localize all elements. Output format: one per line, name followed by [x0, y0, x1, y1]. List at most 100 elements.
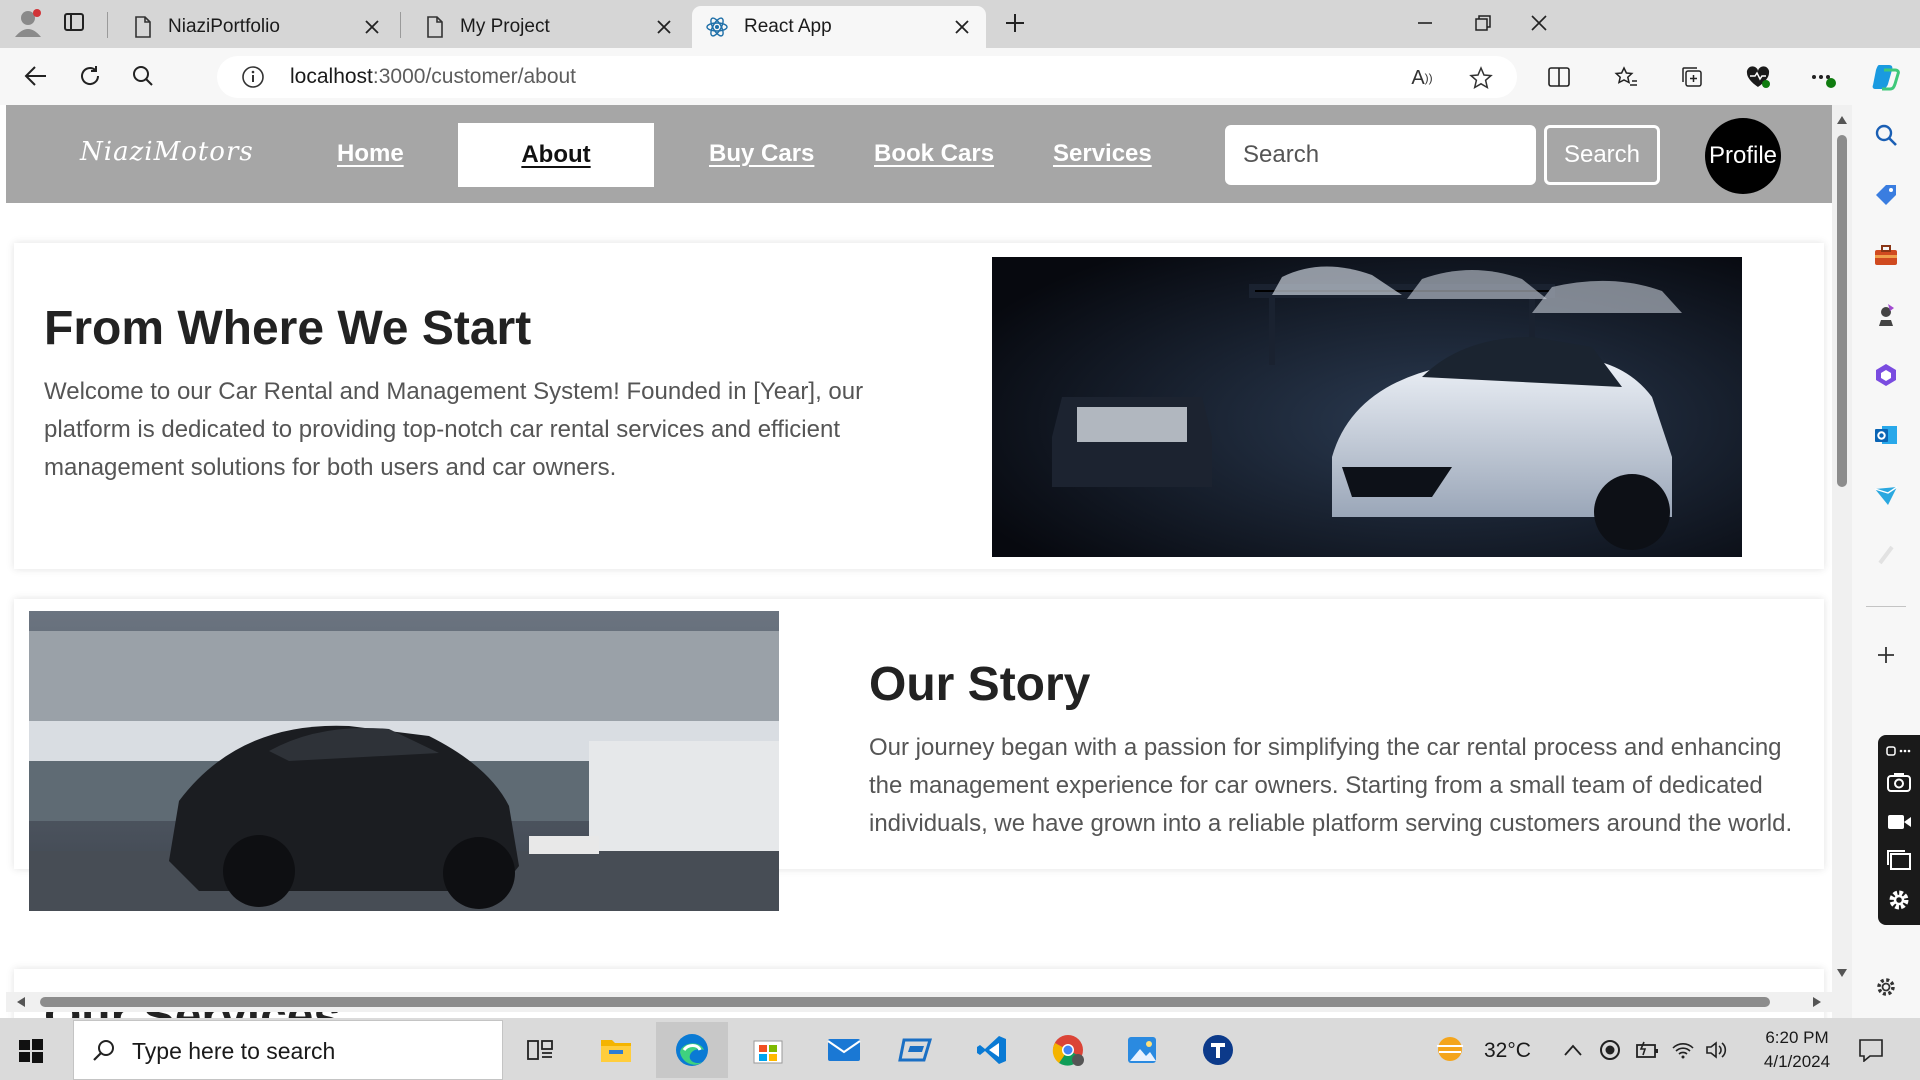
- search-icon[interactable]: [1872, 121, 1900, 149]
- horizontal-scroll-thumb[interactable]: [40, 997, 1770, 1007]
- refresh-icon[interactable]: [76, 62, 104, 90]
- drop-send-icon[interactable]: [1872, 481, 1900, 509]
- start-section-title: From Where We Start: [44, 302, 532, 355]
- tab-my-project[interactable]: My Project: [412, 6, 688, 48]
- story-section-text: Our journey began with a passion for sim…: [869, 734, 1793, 837]
- scroll-down-arrow-icon[interactable]: [1836, 968, 1848, 978]
- white-sports-car-in-garage-image: [992, 257, 1742, 557]
- outlook-icon[interactable]: [1872, 421, 1900, 449]
- shopping-tag-icon[interactable]: [1872, 181, 1900, 209]
- scroll-up-arrow-icon[interactable]: [1836, 115, 1848, 125]
- add-icon[interactable]: [1872, 641, 1900, 669]
- tab-title: NiaziPortfolio: [168, 16, 280, 37]
- windows-start-icon[interactable]: [14, 1034, 48, 1068]
- url-host: localhost: [290, 65, 373, 88]
- taskbar-time: 6:20 PM: [1765, 1028, 1829, 1047]
- sidebar-settings-icon[interactable]: [1872, 973, 1900, 1001]
- tab-actions-icon[interactable]: [62, 10, 86, 34]
- microsoft-store-icon[interactable]: [732, 1022, 804, 1078]
- nav-link-book-cars[interactable]: Book Cars: [874, 140, 994, 168]
- new-tab-icon[interactable]: [1000, 8, 1030, 38]
- page-icon: [134, 16, 152, 38]
- tab-separator: [400, 12, 401, 38]
- file-explorer-icon[interactable]: [580, 1022, 652, 1078]
- page-viewport: NiaziMotors Home About Buy Cars Book Car…: [6, 105, 1832, 1018]
- anydesk-app-icon[interactable]: [880, 1022, 952, 1078]
- site-info-icon[interactable]: [240, 64, 266, 90]
- capture-menu-icon[interactable]: [1886, 745, 1912, 757]
- taskbar-clock[interactable]: 6:20 PM 4/1/2024: [1756, 1026, 1838, 1074]
- read-aloud-label: A: [1411, 66, 1425, 89]
- back-arrow-icon[interactable]: [22, 62, 50, 90]
- volume-icon[interactable]: [1704, 1038, 1730, 1062]
- window-close-icon[interactable]: [1524, 8, 1554, 38]
- nav-link-home[interactable]: Home: [337, 140, 404, 168]
- screenshot-window-icon[interactable]: [1886, 849, 1912, 871]
- vertical-scroll-thumb[interactable]: [1837, 135, 1847, 487]
- favorites-icon[interactable]: [1611, 62, 1641, 92]
- photos-app-icon[interactable]: [1106, 1022, 1178, 1078]
- nav-link-services[interactable]: Services: [1053, 140, 1152, 168]
- black-sports-car-at-harbor-image: [29, 611, 779, 911]
- settings-gear-icon[interactable]: [1886, 887, 1912, 913]
- chrome-icon[interactable]: [1032, 1022, 1104, 1078]
- vscode-icon[interactable]: [956, 1022, 1028, 1078]
- nav-link-buy-cars[interactable]: Buy Cars: [709, 140, 814, 168]
- games-chess-icon[interactable]: [1872, 301, 1900, 329]
- scroll-left-arrow-icon[interactable]: [16, 996, 26, 1008]
- record-indicator-icon[interactable]: [1598, 1038, 1622, 1062]
- notification-icon[interactable]: [1856, 1036, 1886, 1064]
- wifi-icon[interactable]: [1670, 1038, 1696, 1062]
- profile-button[interactable]: Profile: [1705, 118, 1781, 194]
- minimize-icon[interactable]: [1410, 8, 1440, 38]
- battery-icon[interactable]: [1634, 1038, 1660, 1062]
- t-app-icon[interactable]: [1182, 1022, 1254, 1078]
- url-path: :3000/customer/about: [372, 65, 577, 88]
- site-logo[interactable]: NiaziMotors: [80, 137, 254, 167]
- scroll-right-arrow-icon[interactable]: [1812, 996, 1822, 1008]
- tab-niaziportfolio[interactable]: NiaziPortfolio: [120, 6, 396, 48]
- search-icon[interactable]: [129, 62, 157, 90]
- browser-essentials-icon[interactable]: [1743, 62, 1773, 92]
- react-logo-icon: [706, 16, 728, 38]
- copilot-icon[interactable]: [1869, 60, 1903, 94]
- camera-icon[interactable]: [1886, 771, 1912, 793]
- close-icon[interactable]: [362, 17, 382, 37]
- mail-icon[interactable]: [808, 1022, 880, 1078]
- microsoft-365-icon[interactable]: [1872, 361, 1900, 389]
- site-search-button[interactable]: Search: [1544, 125, 1660, 185]
- video-record-icon[interactable]: [1886, 811, 1912, 833]
- our-story-card: Our Story Our journey began with a passi…: [14, 599, 1824, 911]
- favorite-star-icon[interactable]: [1466, 63, 1496, 93]
- taskbar-search-placeholder: Type here to search: [132, 1038, 336, 1064]
- task-view-icon[interactable]: [504, 1022, 576, 1078]
- chevron-up-icon[interactable]: [1561, 1040, 1585, 1060]
- site-search-input[interactable]: [1225, 125, 1536, 185]
- url-text[interactable]: localhost:3000/customer/about: [290, 64, 576, 90]
- search-icon: [90, 1036, 118, 1064]
- sound-wave-icon: )): [1424, 71, 1433, 85]
- profile-avatar-icon[interactable]: [12, 6, 44, 38]
- collections-icon[interactable]: [1677, 62, 1707, 92]
- read-aloud-icon[interactable]: A)): [1407, 64, 1437, 92]
- tools-briefcase-icon[interactable]: [1872, 241, 1900, 269]
- weather-sun-icon[interactable]: [1432, 1034, 1468, 1064]
- vertical-scrollbar[interactable]: [1832, 105, 1852, 1018]
- weather-temperature[interactable]: 32°C: [1484, 1039, 1531, 1063]
- taskbar-date: 4/1/2024: [1763, 1052, 1831, 1071]
- more-options-icon[interactable]: [1808, 62, 1838, 92]
- capture-toolbar: [1878, 735, 1920, 925]
- start-section-text: Welcome to our Car Rental and Management…: [44, 378, 864, 481]
- close-icon[interactable]: [952, 17, 972, 37]
- page-icon: [426, 16, 444, 38]
- nav-link-about[interactable]: About: [458, 123, 654, 187]
- sidebar-divider: [1866, 606, 1906, 607]
- site-navbar: NiaziMotors Home About Buy Cars Book Car…: [6, 105, 1832, 203]
- edge-browser-icon[interactable]: [656, 1022, 728, 1078]
- edge-sidebar: [1852, 105, 1920, 1018]
- split-screen-icon[interactable]: [1544, 62, 1574, 92]
- close-icon[interactable]: [654, 17, 674, 37]
- horizontal-scrollbar[interactable]: [6, 992, 1832, 1012]
- tab-react-app[interactable]: React App: [692, 6, 986, 48]
- restore-icon[interactable]: [1468, 8, 1498, 38]
